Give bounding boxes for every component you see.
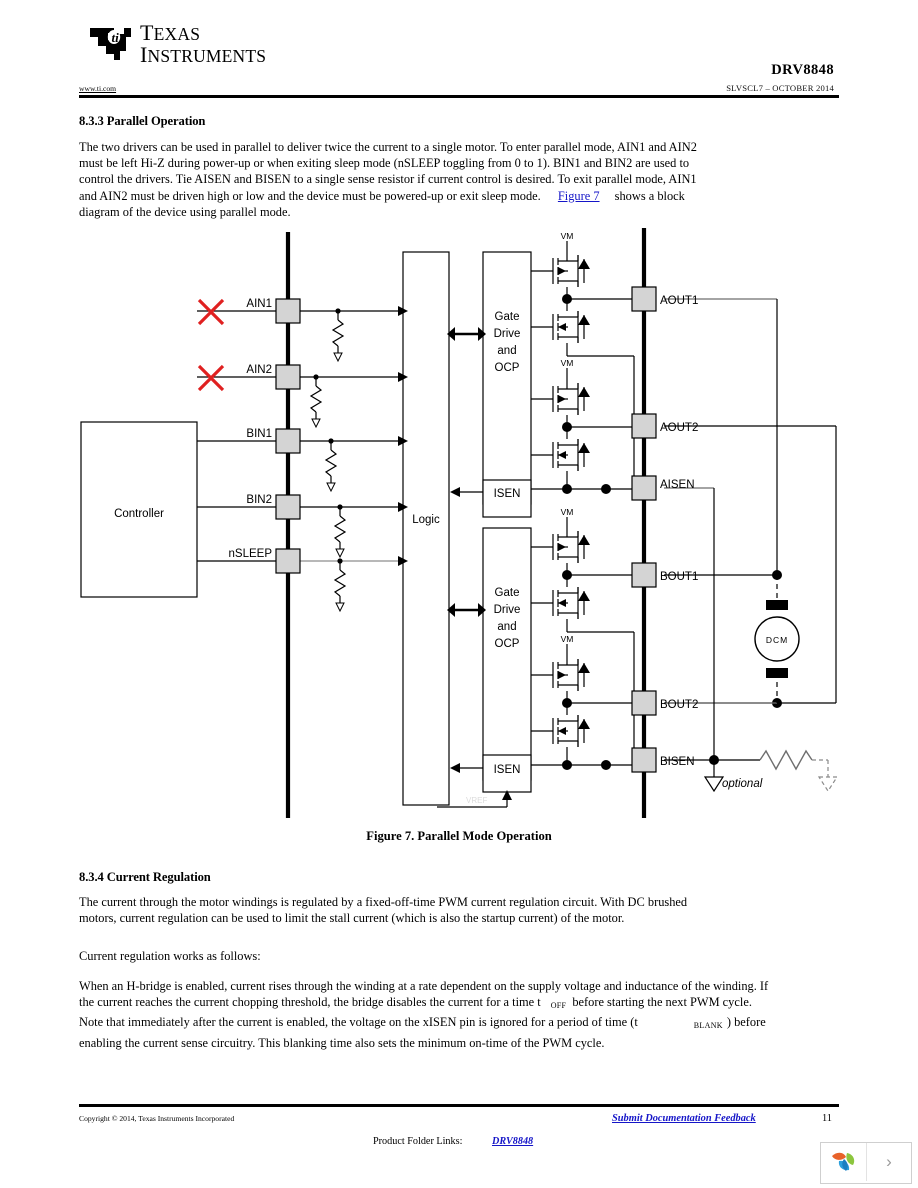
product-folder-link[interactable]: DRV8848 — [492, 1136, 533, 1147]
controller-label: Controller — [114, 508, 164, 520]
paragraph-current-regulation-1: The current through the motor windings i… — [79, 895, 688, 926]
vm-label-2: VM — [561, 358, 574, 368]
vm-label-3: VM — [561, 507, 574, 517]
heading-8-3-4: 8.3.4 Current Regulation — [79, 870, 211, 884]
datasheet-page: ti TEXAS INSTRUMENTS DRV8848 SLVSCL7 – O… — [0, 0, 918, 1188]
pin-pad-bin2 — [275, 494, 301, 520]
footer-divider — [79, 1104, 839, 1107]
mosfet-bl2 — [531, 715, 590, 747]
pin-label-aout1: AOUT1 — [660, 295, 698, 307]
pin-label-bout1: BOUT1 — [660, 571, 698, 583]
pin-pad-bin1 — [275, 428, 301, 454]
mosfet-ah2 — [531, 383, 590, 415]
figure-7-link[interactable]: Figure 7 — [558, 189, 600, 203]
mosfet-bh2 — [531, 659, 590, 691]
optional-label: optional — [722, 778, 763, 790]
cross-mark-ain1 — [197, 298, 225, 326]
subscript-blank: BLANK — [693, 1021, 723, 1031]
mosfet-bl1 — [531, 587, 590, 619]
svg-text:ti: ti — [112, 30, 120, 45]
paragraph-current-regulation-3: When an H-bridge is enabled, current ris… — [79, 978, 779, 1051]
pin-label-aisen: AISEN — [660, 479, 695, 491]
pin-label-ain1: AIN1 — [246, 298, 272, 310]
pin-pad-bout1 — [631, 562, 657, 588]
brand-line-2-first: I — [140, 42, 148, 67]
cross-mark-ain2 — [197, 364, 225, 392]
pin-pad-aisen — [631, 475, 657, 501]
subscript-off: OFF — [550, 1001, 567, 1011]
header-url-link[interactable]: www.ti.com — [79, 84, 116, 93]
figure-7-parallel-mode-diagram: Controller Logic Gate Drive and OCP ISEN… — [0, 225, 918, 825]
pin-label-bout2: BOUT2 — [660, 699, 698, 711]
viewer-toolbar: › — [820, 1142, 912, 1184]
pin-pad-nsleep — [275, 548, 301, 574]
paragraph-parallel-operation: The two drivers can be used in parallel … — [79, 139, 704, 220]
ground-symbol-optional — [817, 776, 839, 793]
pin-pad-ain2 — [275, 364, 301, 390]
pin-pad-ain1 — [275, 298, 301, 324]
figure-caption: Figure 7. Parallel Mode Operation — [366, 829, 552, 843]
isen-label-a: ISEN — [494, 488, 521, 500]
vref-label: VREF — [466, 796, 487, 805]
isen-label-b: ISEN — [494, 764, 521, 776]
viewer-brand-logo — [821, 1143, 867, 1181]
paragraph-current-regulation-2: Current regulation works as follows: — [79, 949, 261, 963]
gate-drive-a-line4: OCP — [495, 362, 520, 374]
gate-drive-a-line2: Drive — [494, 328, 521, 340]
pin-pad-aout2 — [631, 413, 657, 439]
pin-label-aout2: AOUT2 — [660, 422, 698, 434]
pin-label-nsleep: nSLEEP — [229, 548, 273, 560]
pin-pad-bout2 — [631, 690, 657, 716]
footer-copyright: Copyright © 2014, Texas Instruments Inco… — [79, 1114, 235, 1123]
submit-documentation-feedback-link[interactable]: Submit Documentation Feedback — [612, 1113, 756, 1124]
mosfet-al1 — [531, 311, 590, 343]
header-doc-id: SLVSCL7 – OCTOBER 2014 — [726, 83, 834, 93]
gate-drive-b-line1: Gate — [495, 587, 520, 599]
gate-drive-a-line3: and — [497, 345, 516, 357]
pin-label-bin2: BIN2 — [246, 494, 272, 506]
ti-wordmark: TEXAS INSTRUMENTS — [140, 22, 266, 66]
paragraph-parallel-operation-text: The two drivers can be used in parallel … — [79, 140, 697, 203]
page-number: 11 — [822, 1113, 833, 1124]
gate-drive-b-line3: and — [497, 621, 516, 633]
header-part-number: DRV8848 — [771, 62, 834, 78]
gate-drive-b-line2: Drive — [494, 604, 521, 616]
brand-line-1: EXAS — [153, 24, 201, 44]
mosfet-ah1 — [531, 255, 590, 287]
gate-drive-block-a — [482, 251, 532, 505]
pin-label-ain2: AIN2 — [246, 364, 272, 376]
vm-label-4: VM — [561, 634, 574, 644]
gate-drive-block-b — [482, 527, 532, 781]
pin-pad-bisen — [631, 747, 657, 773]
mosfet-al2 — [531, 439, 590, 471]
product-folder-label: Product Folder Links: — [373, 1136, 463, 1147]
pin-label-bisen: BISEN — [660, 756, 695, 768]
viewer-next-button[interactable]: › — [867, 1143, 911, 1181]
header-divider — [79, 95, 839, 98]
brand-line-2: NSTRUMENTS — [147, 46, 267, 66]
ground-symbol-isen — [703, 776, 725, 793]
gate-drive-a-line1: Gate — [495, 311, 520, 323]
pin-label-bin1: BIN1 — [246, 428, 272, 440]
gate-drive-b-line4: OCP — [495, 638, 520, 650]
vm-label-1: VM — [561, 231, 574, 241]
logic-label: Logic — [412, 514, 440, 526]
motor-label: DCM — [766, 635, 788, 645]
mosfet-bh1 — [531, 531, 590, 563]
heading-8-3-3: 8.3.3 Parallel Operation — [79, 114, 206, 128]
logic-block — [402, 251, 450, 806]
pin-pad-aout1 — [631, 286, 657, 312]
